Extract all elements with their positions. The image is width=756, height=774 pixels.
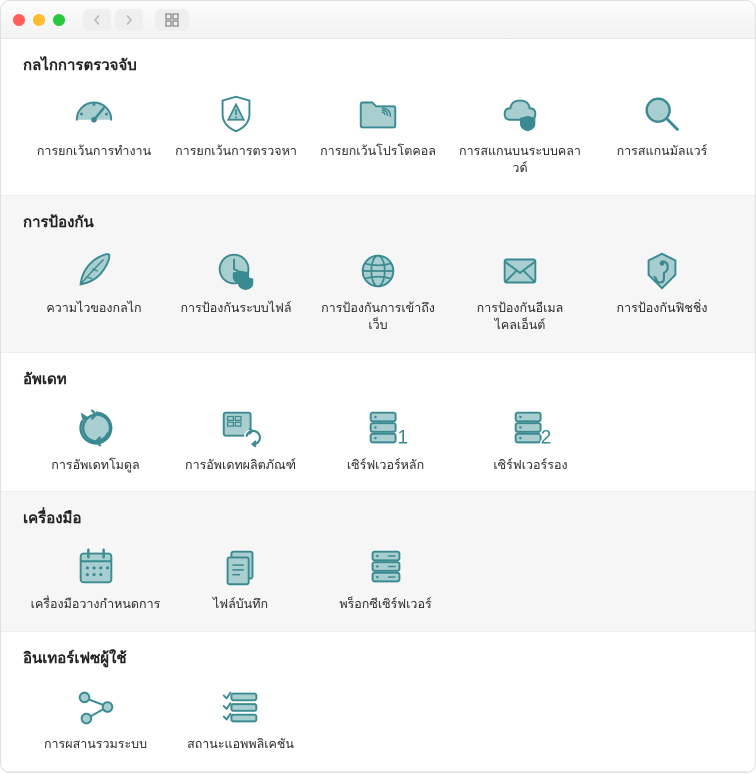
mail-icon [497,248,543,294]
item-label: เซิร์ฟเวอร์รอง [493,457,567,474]
minimize-button[interactable] [33,14,45,26]
cloud-shield-icon [497,91,543,137]
preference-item[interactable]: การป้องกันฟิชชิ่ง [591,244,733,334]
product-update-icon [218,405,264,451]
preference-item[interactable]: การสแกนบนระบบคลาวด์ [449,87,591,177]
section: อัพเดทการอัพเดทโมดูล การอัพเดทผลิตภัณฑ์ เซ… [1,353,755,493]
item-label: ไฟล์บันทึก [213,596,268,613]
status-icon [218,684,264,730]
item-label: การอัพเดทผลิตภัณฑ์ [185,457,296,474]
item-label: เครื่องมือวางกำหนดการ [31,596,161,613]
item-label: การสแกนมัลแวร์ [617,143,708,160]
close-button[interactable] [13,14,25,26]
item-label: การป้องกันระบบไฟล์ [180,300,291,317]
preference-item[interactable]: การป้องกันการเข้าถึงเว็บ [307,244,449,334]
preference-item[interactable]: การยกเว้นการตรวจหา [165,87,307,177]
item-label: การป้องกันการเข้าถึงเว็บ [313,300,443,334]
preference-item[interactable]: การป้องกันระบบไฟล์ [165,244,307,334]
calendar-icon [73,544,119,590]
section: อินเทอร์เฟซผู้ใช้การผสานรวมระบบ สถานะแอพพ… [1,632,755,772]
preference-item[interactable]: การยกเว้นการทำงาน [23,87,165,177]
item-label: การอัพเดทโมดูล [51,457,139,474]
item-label: การยกเว้นการทำงาน [37,143,151,160]
preference-item[interactable]: พร็อกซีเซิร์ฟเวอร์ [313,540,458,613]
integration-icon [73,684,119,730]
section-row: การผสานรวมระบบ สถานะแอพพลิเคชัน [23,680,733,753]
titlebar [1,1,755,39]
item-label: การป้องกันอีเมลไคลเอ็นต์ [455,300,585,334]
maximize-button[interactable] [53,14,65,26]
server-icon [363,544,409,590]
section-row: เครื่องมือวางกำหนดการ ไฟล์บันทึก พร็อกซีเซ… [23,540,733,613]
section-row: การอัพเดทโมดูล การอัพเดทผลิตภัณฑ์ เซิร์ฟเว… [23,401,733,474]
folder-protocol-icon [355,91,401,137]
preference-item[interactable]: การอัพเดทโมดูล [23,401,168,474]
preference-item[interactable]: การผสานรวมระบบ [23,680,168,753]
performance-icon [71,91,117,137]
item-label: การป้องกันฟิชชิ่ง [617,300,708,317]
section-title: กลไกการตรวจจับ [23,53,733,77]
section: การป้องกันความไวของกลไก การป้องกันระบบไฟล… [1,196,755,353]
grid-view-button[interactable] [155,9,189,31]
item-label: การสแกนบนระบบคลาวด์ [455,143,585,177]
server2-icon [508,405,554,451]
globe-icon [355,248,401,294]
section-title: อินเทอร์เฟซผู้ใช้ [23,646,733,670]
section-title: เครื่องมือ [23,506,733,530]
section: เครื่องมือเครื่องมือวางกำหนดการ ไฟล์บันทึ… [1,492,755,632]
section: กลไกการตรวจจับการยกเว้นการทำงานการยกเว้น… [1,39,755,196]
forward-button[interactable] [115,9,143,31]
preference-item[interactable]: สถานะแอพพลิเคชัน [168,680,313,753]
section-title: การป้องกัน [23,210,733,234]
preference-item[interactable]: ไฟล์บันทึก [168,540,313,613]
item-label: การยกเว้นโปรโตคอล [320,143,436,160]
traffic-lights [13,14,65,26]
server1-icon [363,405,409,451]
item-label: พร็อกซีเซิร์ฟเวอร์ [339,596,431,613]
item-label: การยกเว้นการตรวจหา [175,143,297,160]
preferences-window: กลไกการตรวจจับการยกเว้นการทำงานการยกเว้น… [0,0,756,773]
preference-item[interactable]: เซิร์ฟเวอร์หลัก [313,401,458,474]
preference-item[interactable]: ความไวของกลไก [23,244,165,334]
clock-shield-icon [213,248,259,294]
preference-item[interactable]: เซิร์ฟเวอร์รอง [458,401,603,474]
nav-buttons [83,9,143,31]
item-label: สถานะแอพพลิเคชัน [187,736,294,753]
magnifier-icon [639,91,685,137]
section-row: ความไวของกลไก การป้องกันระบบไฟล์ การป้องกั… [23,244,733,334]
phishing-icon [639,248,685,294]
refresh-icon [73,405,119,451]
files-icon [218,544,264,590]
preference-item[interactable]: การยกเว้นโปรโตคอล [307,87,449,177]
preference-item[interactable]: การอัพเดทผลิตภัณฑ์ [168,401,313,474]
feather-icon [71,248,117,294]
preference-item[interactable]: การป้องกันอีเมลไคลเอ็นต์ [449,244,591,334]
item-label: การผสานรวมระบบ [44,736,147,753]
shield-warning-icon [213,91,259,137]
back-button[interactable] [83,9,111,31]
preference-item[interactable]: เครื่องมือวางกำหนดการ [23,540,168,613]
item-label: ความไวของกลไก [46,300,141,317]
preference-item[interactable]: การสแกนมัลแวร์ [591,87,733,177]
section-title: อัพเดท [23,367,733,391]
section-row: การยกเว้นการทำงาน การยกเว้นการตรวจหา การยก… [23,87,733,177]
item-label: เซิร์ฟเวอร์หลัก [347,457,424,474]
